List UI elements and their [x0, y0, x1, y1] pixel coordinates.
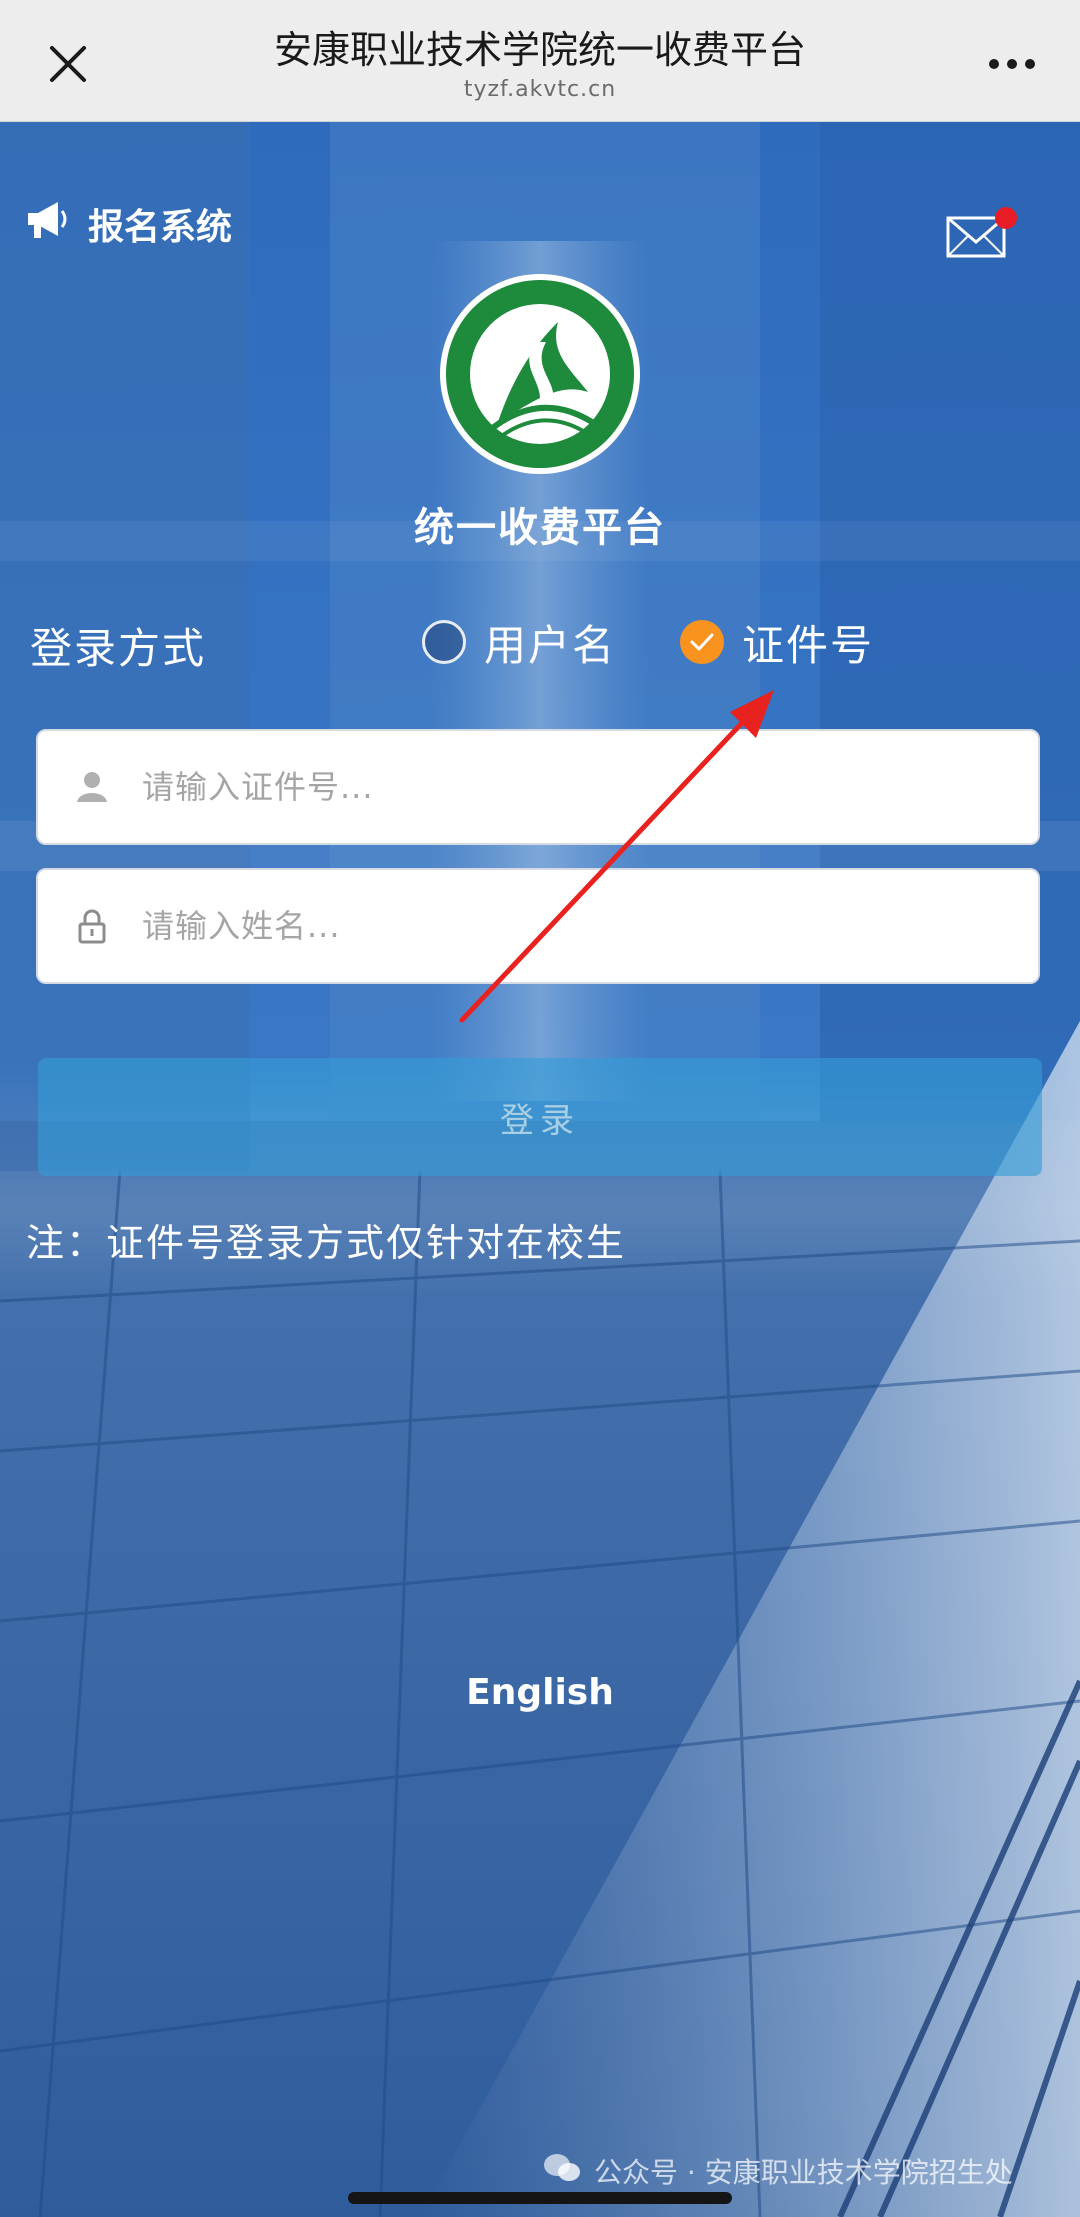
platform-title: 统一收费平台	[414, 505, 666, 551]
browser-title-block: 安康职业技术学院统一收费平台 tyzf.akvtc.cn	[140, 24, 940, 104]
login-method-label: 登录方式	[30, 624, 207, 673]
close-icon[interactable]	[44, 40, 92, 88]
login-note: 注：证件号登录方式仅针对在校生	[26, 1221, 627, 1265]
registration-system-link[interactable]: 报名系统	[24, 196, 232, 252]
user-icon	[72, 767, 112, 807]
wechat-icon	[542, 2151, 582, 2192]
lock-icon	[72, 906, 112, 946]
notification-dot	[995, 207, 1017, 229]
more-dots-icon[interactable]	[988, 52, 1036, 76]
watermark-text: 公众号 · 安康职业技术学院招生处	[594, 2156, 1013, 2189]
page-url: tyzf.akvtc.cn	[463, 77, 617, 102]
login-button[interactable]: 登录	[38, 1058, 1042, 1176]
english-language-link[interactable]: English	[440, 1672, 640, 1713]
name-field[interactable]	[36, 868, 1040, 984]
megaphone-icon	[24, 199, 70, 250]
radio-unchecked-icon[interactable]	[422, 620, 466, 664]
registration-label: 报名系统	[88, 207, 233, 248]
browser-top-bar: 安康职业技术学院统一收费平台 tyzf.akvtc.cn	[0, 0, 1080, 122]
page-title: 安康职业技术学院统一收费平台	[273, 28, 806, 72]
radio-id-number[interactable]: 证件号	[680, 612, 874, 672]
name-input[interactable]	[140, 906, 1004, 946]
school-emblem-logo	[438, 272, 642, 476]
envelope-icon[interactable]	[944, 206, 1024, 266]
id-number-field[interactable]	[36, 729, 1040, 845]
radio-username[interactable]: 用户名	[422, 612, 616, 672]
radio-id-number-label: 证件号	[742, 620, 875, 670]
wechat-watermark: 公众号 · 安康职业技术学院招生处	[542, 2150, 1013, 2192]
home-indicator	[348, 2192, 732, 2204]
radio-username-label: 用户名	[484, 620, 617, 670]
id-number-input[interactable]	[140, 767, 1004, 807]
radio-checked-icon[interactable]	[680, 620, 724, 664]
